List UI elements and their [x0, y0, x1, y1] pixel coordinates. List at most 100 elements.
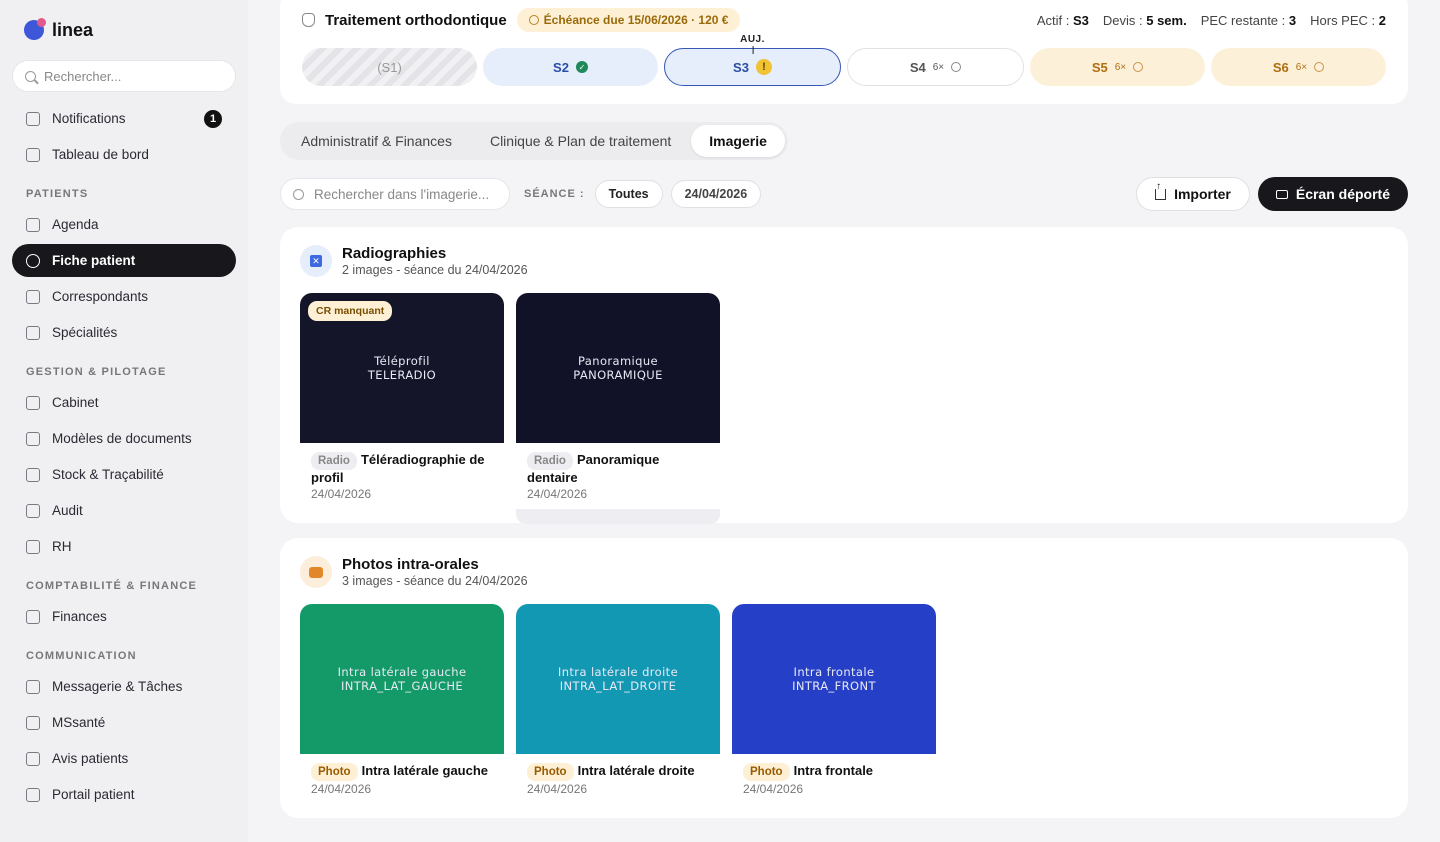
- section-header: ✕ Radiographies 2 images - séance du 24/…: [300, 245, 528, 277]
- image-card[interactable]: Intra latérale gauche INTRA_LAT_GAUCHE P…: [300, 604, 504, 796]
- sidebar-item-agenda[interactable]: Agenda: [12, 208, 236, 241]
- intraoral-photos-section: Photos intra-orales 3 images - séance du…: [280, 538, 1408, 818]
- seance-chip-all[interactable]: Toutes: [594, 180, 663, 208]
- sidebar-section-title: COMPTABILITÉ & FINANCE: [26, 580, 198, 592]
- sidebar-section-title: PATIENTS: [26, 188, 89, 200]
- thumb-code: PANORAMIQUE: [573, 368, 663, 382]
- patient-tabs: Administratif & Finances Clinique & Plan…: [280, 122, 788, 160]
- sidebar-item-portal[interactable]: Portail patient: [12, 778, 236, 811]
- image-card[interactable]: Panoramique PANORAMIQUE Radio Panoramique…: [516, 293, 720, 524]
- session-label: S4: [909, 59, 926, 75]
- import-button[interactable]: Importer: [1136, 177, 1250, 211]
- xray-icon: ✕: [300, 245, 332, 277]
- session-label: S5: [1091, 59, 1108, 75]
- sidebar-item-label: Avis patients: [52, 751, 129, 766]
- sidebar-search-input[interactable]: Rechercher...: [12, 60, 236, 92]
- sidebar-item-audit[interactable]: Audit: [12, 494, 236, 527]
- sidebar-item-cabinet[interactable]: Cabinet: [12, 386, 236, 419]
- sidebar-item-reviews[interactable]: Avis patients: [12, 742, 236, 775]
- remote-screen-button[interactable]: Écran déporté: [1257, 177, 1408, 211]
- treatment-card: Traitement orthodontique Échéance due 15…: [280, 0, 1408, 104]
- search-icon: [25, 70, 36, 82]
- due-badge: Échéance due 15/06/2026 · 120 €: [516, 8, 741, 32]
- image-thumbnail[interactable]: Intra frontale INTRA_FRONT: [732, 604, 936, 754]
- sidebar-item-label: RH: [52, 539, 72, 554]
- section-title: Radiographies: [342, 245, 447, 262]
- sidebar-item-messaging[interactable]: Messagerie & Tâches: [12, 670, 236, 703]
- sidebar-item-dashboard[interactable]: Tableau de bord: [12, 138, 236, 171]
- tab-admin-finances[interactable]: Administratif & Finances: [283, 125, 470, 157]
- stat-devis: Devis : 5 sem.: [1103, 13, 1187, 28]
- session-pill-s6[interactable]: S6 6×: [1211, 48, 1386, 86]
- image-card[interactable]: Intra frontale INTRA_FRONT Photo Intra fr…: [732, 604, 936, 796]
- stat-value: 3: [1288, 12, 1297, 28]
- monitor-icon: [1275, 189, 1288, 199]
- card-footer-bar: [516, 509, 720, 524]
- session-pill-s2[interactable]: S2 ✓: [483, 48, 658, 86]
- imaging-search-placeholder: Rechercher dans l'imagerie...: [314, 186, 490, 202]
- image-date: 24/04/2026: [311, 782, 372, 796]
- sidebar-item-label: Notifications: [52, 111, 126, 126]
- image-card[interactable]: CR manquant Téléprofil TELERADIO Radio Té…: [300, 293, 504, 524]
- document-icon: [26, 431, 40, 446]
- sidebar-item-mssante[interactable]: MSsanté: [12, 706, 236, 739]
- star-icon: [26, 751, 40, 766]
- image-meta: Photo Intra latérale gauche 24/04/2026: [300, 754, 504, 796]
- camera-icon: [300, 556, 332, 588]
- sidebar-item-stock[interactable]: Stock & Traçabilité: [12, 458, 236, 491]
- tab-clinical-plan[interactable]: Clinique & Plan de traitement: [472, 125, 689, 157]
- sidebar-item-label: Stock & Traçabilité: [52, 467, 164, 482]
- sidebar-item-label: Fiche patient: [52, 253, 136, 268]
- tooth-icon: [302, 13, 315, 27]
- session-pill-s4[interactable]: S4 6×: [847, 48, 1024, 86]
- image-thumbnail[interactable]: Panoramique PANORAMIQUE: [516, 293, 720, 443]
- sidebar-item-label: Finances: [52, 609, 107, 624]
- image-name-line: Radio Téléradiographie de profil: [311, 452, 493, 486]
- image-name: Intra frontale: [793, 763, 874, 778]
- clock-icon: [528, 15, 539, 25]
- image-meta: Radio Panoramique dentaire 24/04/2026: [516, 443, 720, 501]
- app-name: linea: [52, 19, 94, 40]
- image-type-tag: Photo: [743, 763, 790, 781]
- image-grid: CR manquant Téléprofil TELERADIO Radio Té…: [300, 293, 720, 524]
- stat-value: S3: [1072, 12, 1089, 28]
- logo-icon: [24, 18, 46, 40]
- tab-imaging[interactable]: Imagerie: [691, 125, 785, 157]
- image-thumbnail[interactable]: Intra latérale droite INTRA_LAT_DROITE: [516, 604, 720, 754]
- image-grid: Intra latérale gauche INTRA_LAT_GAUCHE P…: [300, 604, 936, 796]
- sidebar-item-label: Cabinet: [52, 395, 99, 410]
- sidebar-item-finances[interactable]: Finances: [12, 600, 236, 633]
- image-thumbnail[interactable]: CR manquant Téléprofil TELERADIO: [300, 293, 504, 443]
- sidebar-item-specialites[interactable]: Spécialités: [12, 316, 236, 349]
- session-label: (S1): [377, 59, 402, 75]
- sidebar: linea Rechercher... Notifications 1 Tabl…: [0, 0, 248, 842]
- sidebar-item-notifications[interactable]: Notifications 1: [12, 102, 236, 135]
- session-pill-s5[interactable]: S5 6×: [1030, 48, 1205, 86]
- app-logo[interactable]: linea: [12, 0, 236, 60]
- sidebar-item-correspondants[interactable]: Correspondants: [12, 280, 236, 313]
- thumb-code: INTRA_LAT_DROITE: [559, 679, 677, 693]
- image-card[interactable]: Intra latérale droite INTRA_LAT_DROITE P…: [516, 604, 720, 796]
- sidebar-item-rh[interactable]: RH: [12, 530, 236, 563]
- image-name: Intra latérale gauche: [361, 763, 489, 778]
- sidebar-item-templates[interactable]: Modèles de documents: [12, 422, 236, 455]
- missing-report-badge: CR manquant: [308, 301, 393, 321]
- section-header: Photos intra-orales 3 images - séance du…: [300, 556, 528, 588]
- session-pill-s1[interactable]: (S1): [302, 48, 477, 86]
- imaging-search-input[interactable]: Rechercher dans l'imagerie...: [280, 178, 510, 210]
- image-thumbnail[interactable]: Intra latérale gauche INTRA_LAT_GAUCHE: [300, 604, 504, 754]
- session-timeline: (S1) S2 ✓ AUJ. S3 ! S4 6× S5 6× S6 6×: [302, 34, 1386, 86]
- treatment-stats: Actif : S3 Devis : 5 sem. PEC restante :…: [1037, 13, 1386, 28]
- sidebar-item-patient-file[interactable]: Fiche patient: [12, 244, 236, 277]
- stat-label: Actif :: [1036, 12, 1070, 28]
- image-type-tag: Photo: [527, 763, 574, 781]
- bell-icon: [26, 111, 40, 126]
- session-pill-s3[interactable]: AUJ. S3 !: [664, 34, 841, 86]
- seance-filter-label: SÉANCE :: [524, 188, 585, 200]
- sidebar-item-label: Messagerie & Tâches: [52, 679, 183, 694]
- session-count: 6×: [1295, 61, 1308, 73]
- sidebar-item-label: Audit: [52, 503, 83, 518]
- search-icon: [293, 188, 304, 200]
- seance-chip-date[interactable]: 24/04/2026: [670, 180, 762, 208]
- image-date: 24/04/2026: [311, 487, 372, 501]
